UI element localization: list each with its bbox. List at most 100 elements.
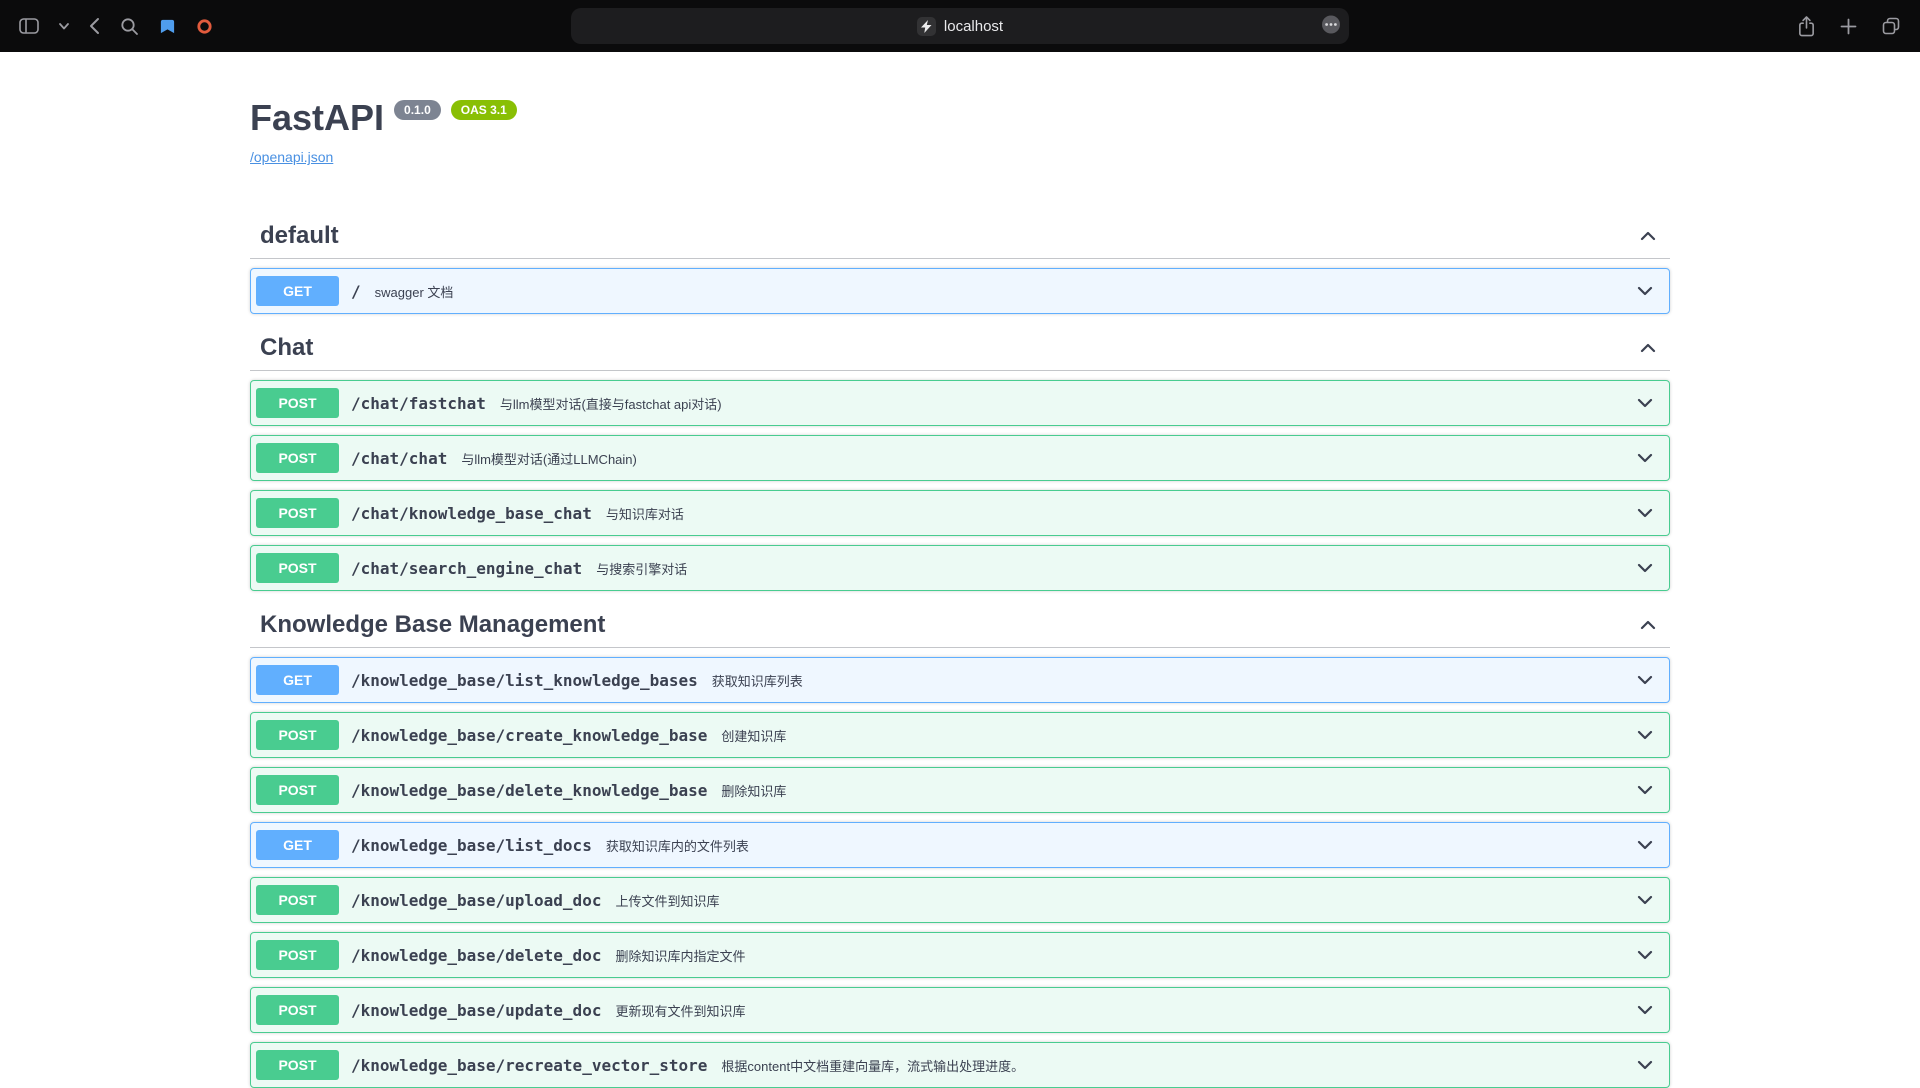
section-header[interactable]: default [250,214,1670,259]
section-operations: POST /chat/fastchat 与llm模型对话(直接与fastchat… [250,371,1670,591]
sidebar-toggle-icon [19,18,39,34]
sections: default GET / swagger 文档 Chat POST /chat… [250,214,1670,1088]
back-button[interactable] [86,14,103,38]
operation-path: / [351,282,361,301]
operation-summary: 更新现有文件到知识库 [615,1001,1623,1020]
new-tab-button[interactable] [1837,15,1860,38]
operation-summary: 获取知识库内的文件列表 [606,836,1623,855]
page-title: FastAPI 0.1.0 OAS 3.1 [250,97,1670,139]
chevron-down-icon [1635,1000,1655,1020]
operation-path: /knowledge_base/create_knowledge_base [351,726,707,745]
back-icon [89,17,100,35]
operation-row[interactable]: POST /chat/chat 与llm模型对话(通过LLMChain) [250,435,1670,481]
chevron-down-icon [1635,780,1655,800]
section-title: Chat [260,334,313,362]
operation-row[interactable]: GET / swagger 文档 [250,268,1670,314]
operation-summary: 获取知识库列表 [712,671,1623,690]
api-info: FastAPI 0.1.0 OAS 3.1 /openapi.json [250,97,1670,167]
method-badge: GET [256,830,339,860]
browser-toolbar: localhost [0,0,1920,52]
operation-row[interactable]: POST /chat/fastchat 与llm模型对话(直接与fastchat… [250,380,1670,426]
operation-path: /knowledge_base/list_knowledge_bases [351,671,698,690]
operation-path: /knowledge_base/delete_doc [351,946,601,965]
section-header[interactable]: Knowledge Base Management [250,603,1670,648]
tag-section: Chat POST /chat/fastchat 与llm模型对话(直接与fas… [250,326,1670,591]
swagger-wrapper: FastAPI 0.1.0 OAS 3.1 /openapi.json defa… [230,97,1690,1088]
chevron-down-icon [1635,890,1655,910]
toolbar-right-group [1794,12,1904,41]
operation-row[interactable]: GET /knowledge_base/list_knowledge_bases… [250,657,1670,703]
chevron-up-icon [1638,615,1658,635]
method-badge: POST [256,775,339,805]
tab-overview-button[interactable] [1878,13,1904,39]
section-title: default [260,222,339,250]
chevron-down-icon [1635,281,1655,301]
api-title-text: FastAPI [250,97,384,139]
pinned-tab-blue-icon [159,18,176,35]
operation-row[interactable]: POST /knowledge_base/delete_doc 删除知识库内指定… [250,932,1670,978]
operation-summary: 创建知识库 [721,726,1623,745]
share-icon [1797,15,1816,38]
chevron-down-icon [1635,670,1655,690]
operation-summary: 删除知识库内指定文件 [615,946,1623,965]
operation-summary: 与知识库对话 [606,504,1623,523]
operation-path: /knowledge_base/upload_doc [351,891,601,910]
method-badge: GET [256,665,339,695]
pinned-tab-blue[interactable] [156,15,179,38]
pinned-tab-orange[interactable] [193,15,216,38]
operation-summary: 与llm模型对话(直接与fastchat api对话) [500,394,1623,413]
operation-row[interactable]: POST /knowledge_base/recreate_vector_sto… [250,1042,1670,1088]
plus-icon [1840,18,1857,35]
tag-section: default GET / swagger 文档 [250,214,1670,314]
method-badge: POST [256,885,339,915]
chevron-up-icon [1638,226,1658,246]
operation-path: /chat/fastchat [351,394,486,413]
method-badge: POST [256,388,339,418]
section-operations: GET / swagger 文档 [250,259,1670,314]
method-badge: POST [256,940,339,970]
method-badge: POST [256,720,339,750]
operation-row[interactable]: GET /knowledge_base/list_docs 获取知识库内的文件列… [250,822,1670,868]
chevron-down-icon [1635,558,1655,578]
operation-row[interactable]: POST /knowledge_base/delete_knowledge_ba… [250,767,1670,813]
sidebar-chevron-button[interactable] [56,20,72,33]
chevron-down-icon [1635,945,1655,965]
tag-section: Knowledge Base Management GET /knowledge… [250,603,1670,1088]
oas-badge: OAS 3.1 [451,100,517,120]
tabs-icon [1881,16,1901,36]
share-button[interactable] [1794,12,1819,41]
section-header[interactable]: Chat [250,326,1670,371]
operation-path: /chat/search_engine_chat [351,559,582,578]
sidebar-toggle-button[interactable] [16,15,42,37]
toolbar-left-group [16,14,216,39]
section-title: Knowledge Base Management [260,611,605,639]
pinned-tab-orange-icon [196,18,213,35]
chevron-down-icon [59,23,69,30]
chevron-up-icon [1638,338,1658,358]
operation-summary: swagger 文档 [375,282,1623,301]
operation-row[interactable]: POST /chat/knowledge_base_chat 与知识库对话 [250,490,1670,536]
operation-path: /knowledge_base/recreate_vector_store [351,1056,707,1075]
operation-summary: 删除知识库 [721,781,1623,800]
page-menu-button[interactable] [1321,15,1341,38]
openapi-spec-link[interactable]: /openapi.json [250,149,333,165]
chevron-down-icon [1635,1055,1655,1075]
method-badge: POST [256,1050,339,1080]
method-badge: POST [256,498,339,528]
section-operations: GET /knowledge_base/list_knowledge_bases… [250,648,1670,1088]
operation-row[interactable]: POST /chat/search_engine_chat 与搜索引擎对话 [250,545,1670,591]
method-badge: POST [256,443,339,473]
operation-path: /chat/knowledge_base_chat [351,504,592,523]
method-badge: GET [256,276,339,306]
operation-row[interactable]: POST /knowledge_base/upload_doc 上传文件到知识库 [250,877,1670,923]
operation-row[interactable]: POST /knowledge_base/create_knowledge_ba… [250,712,1670,758]
search-button[interactable] [117,14,142,39]
operation-summary: 与搜索引擎对话 [596,559,1623,578]
ellipsis-icon [1321,15,1341,38]
lightning-favicon-icon [917,17,936,36]
chevron-down-icon [1635,725,1655,745]
address-bar[interactable]: localhost [571,8,1349,44]
operation-row[interactable]: POST /knowledge_base/update_doc 更新现有文件到知… [250,987,1670,1033]
swagger-page: FastAPI 0.1.0 OAS 3.1 /openapi.json defa… [0,52,1920,1088]
version-badge: 0.1.0 [394,100,441,120]
